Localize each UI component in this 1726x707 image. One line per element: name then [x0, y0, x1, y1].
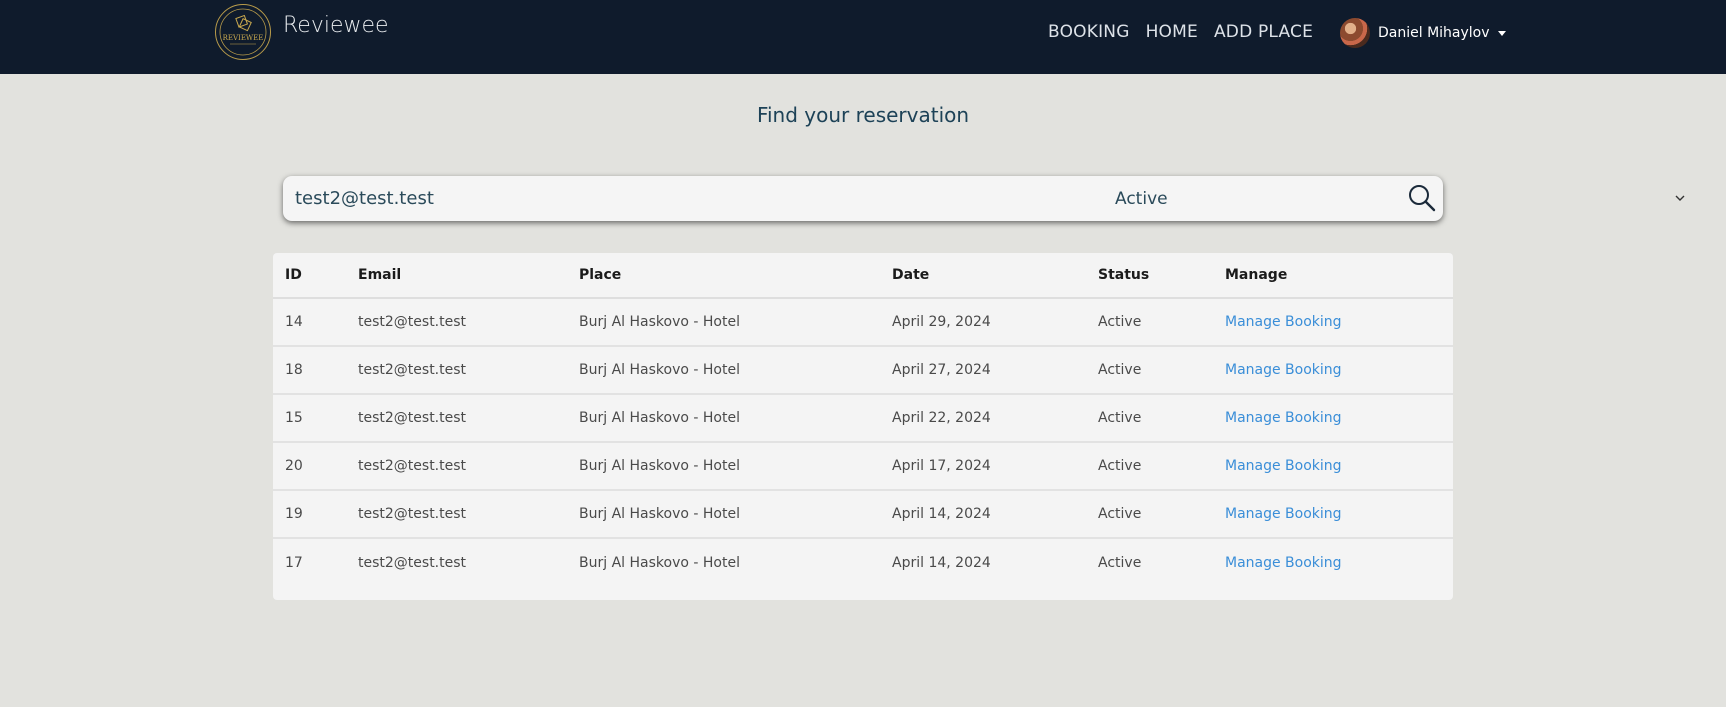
nav-link-add-place[interactable]: ADD PLACE: [1214, 22, 1313, 42]
cell-manage: Manage Booking: [1213, 538, 1453, 586]
cell-id: 15: [273, 394, 346, 443]
cell-place: Burj Al Haskovo - Hotel: [567, 394, 880, 443]
cell-email: test2@test.test: [346, 298, 567, 347]
cell-email: test2@test.test: [346, 490, 567, 539]
cell-status: Active: [1086, 298, 1213, 347]
navbar: REVIEWEE Reviewee BOOKING HOME ADD PLACE…: [0, 0, 1726, 74]
avatar[interactable]: [1340, 18, 1370, 48]
cell-status: Active: [1086, 394, 1213, 443]
manage-booking-link[interactable]: Manage Booking: [1225, 506, 1342, 522]
search-bar: Active: [283, 176, 1685, 221]
page-title: Find your reservation: [756, 103, 970, 127]
cell-email: test2@test.test: [346, 346, 567, 395]
status-select-value[interactable]: Active: [1115, 189, 1168, 209]
cell-status: Active: [1086, 490, 1213, 539]
cell-status: Active: [1086, 346, 1213, 395]
cell-date: April 22, 2024: [880, 394, 1086, 443]
cell-email: test2@test.test: [346, 394, 567, 443]
cell-id: 14: [273, 298, 346, 347]
cell-email: test2@test.test: [358, 554, 467, 571]
cell-manage: Manage Booking: [1213, 490, 1453, 539]
manage-booking-link[interactable]: Manage Booking: [1225, 458, 1342, 474]
cell-date: April 27, 2024: [880, 346, 1086, 395]
cell-date: April 17, 2024: [880, 442, 1086, 491]
column-header-manage: Manage: [1213, 253, 1453, 299]
cell-place: Burj Al Haskovo - Hotel: [567, 298, 880, 347]
cell-status: Active: [1098, 554, 1142, 571]
table-row: 19 test2@test.test Burj Al Haskovo - Hot…: [273, 490, 1453, 539]
cell-date: April 14, 2024: [892, 554, 991, 571]
table-row: 18 test2@test.test Burj Al Haskovo - Hot…: [273, 346, 1453, 395]
cell-manage: Manage Booking: [1213, 394, 1453, 443]
cell-place: Burj Al Haskovo - Hotel: [567, 490, 880, 539]
column-header-email: Email: [346, 253, 567, 299]
cell-email: test2@test.test: [346, 442, 567, 491]
reservations-table-card: ID Email Place Date Status Manage 14 tes…: [273, 253, 1453, 600]
cell-id: 18: [273, 346, 346, 395]
cell-id: 17: [285, 554, 303, 571]
reviewee-logo-icon[interactable]: REVIEWEE: [215, 4, 271, 60]
manage-booking-link[interactable]: Manage Booking: [1225, 362, 1342, 378]
caret-down-icon[interactable]: [1497, 30, 1506, 36]
nav-link-booking[interactable]: BOOKING: [1048, 22, 1130, 42]
table-row: 20 test2@test.test Burj Al Haskovo - Hot…: [273, 442, 1453, 491]
cell-place: Burj Al Haskovo - Hotel: [567, 442, 880, 491]
cell-manage: Manage Booking: [1213, 442, 1453, 491]
column-header-place: Place: [567, 253, 880, 299]
cell-id: 20: [273, 442, 346, 491]
reservations-table: ID Email Place Date Status Manage 14 tes…: [273, 253, 1453, 586]
chevron-down-icon[interactable]: [1675, 191, 1685, 205]
cell-manage: Manage Booking: [1213, 298, 1453, 347]
table-row: 17 test2@test.test Burj Al Haskovo - Hot…: [273, 538, 1453, 586]
search-input[interactable]: [293, 182, 993, 215]
svg-text:REVIEWEE: REVIEWEE: [223, 34, 264, 42]
manage-booking-link[interactable]: Manage Booking: [1225, 410, 1342, 426]
column-header-status: Status: [1086, 253, 1213, 299]
table-row: 14 test2@test.test Burj Al Haskovo - Hot…: [273, 298, 1453, 347]
manage-booking-link[interactable]: Manage Booking: [1225, 555, 1342, 571]
cell-manage: Manage Booking: [1213, 346, 1453, 395]
brand-name[interactable]: Reviewee: [283, 13, 389, 38]
search-icon[interactable]: [1407, 183, 1437, 213]
column-header-date: Date: [880, 253, 1086, 299]
user-menu[interactable]: Daniel Mihaylov: [1340, 18, 1506, 48]
cell-date: April 14, 2024: [880, 490, 1086, 539]
cell-date: April 29, 2024: [880, 298, 1086, 347]
nav-links: BOOKING HOME ADD PLACE: [1048, 22, 1313, 42]
cell-id: 19: [273, 490, 346, 539]
cell-place: Burj Al Haskovo - Hotel: [579, 554, 740, 571]
manage-booking-link[interactable]: Manage Booking: [1225, 314, 1342, 330]
nav-link-home[interactable]: HOME: [1146, 22, 1198, 42]
table-header-row: ID Email Place Date Status Manage: [273, 253, 1453, 299]
status-select[interactable]: Active: [1115, 182, 1685, 215]
user-name[interactable]: Daniel Mihaylov: [1378, 25, 1490, 41]
table-row: 15 test2@test.test Burj Al Haskovo - Hot…: [273, 394, 1453, 443]
column-header-id: ID: [273, 253, 346, 299]
cell-status: Active: [1086, 442, 1213, 491]
cell-place: Burj Al Haskovo - Hotel: [567, 346, 880, 395]
